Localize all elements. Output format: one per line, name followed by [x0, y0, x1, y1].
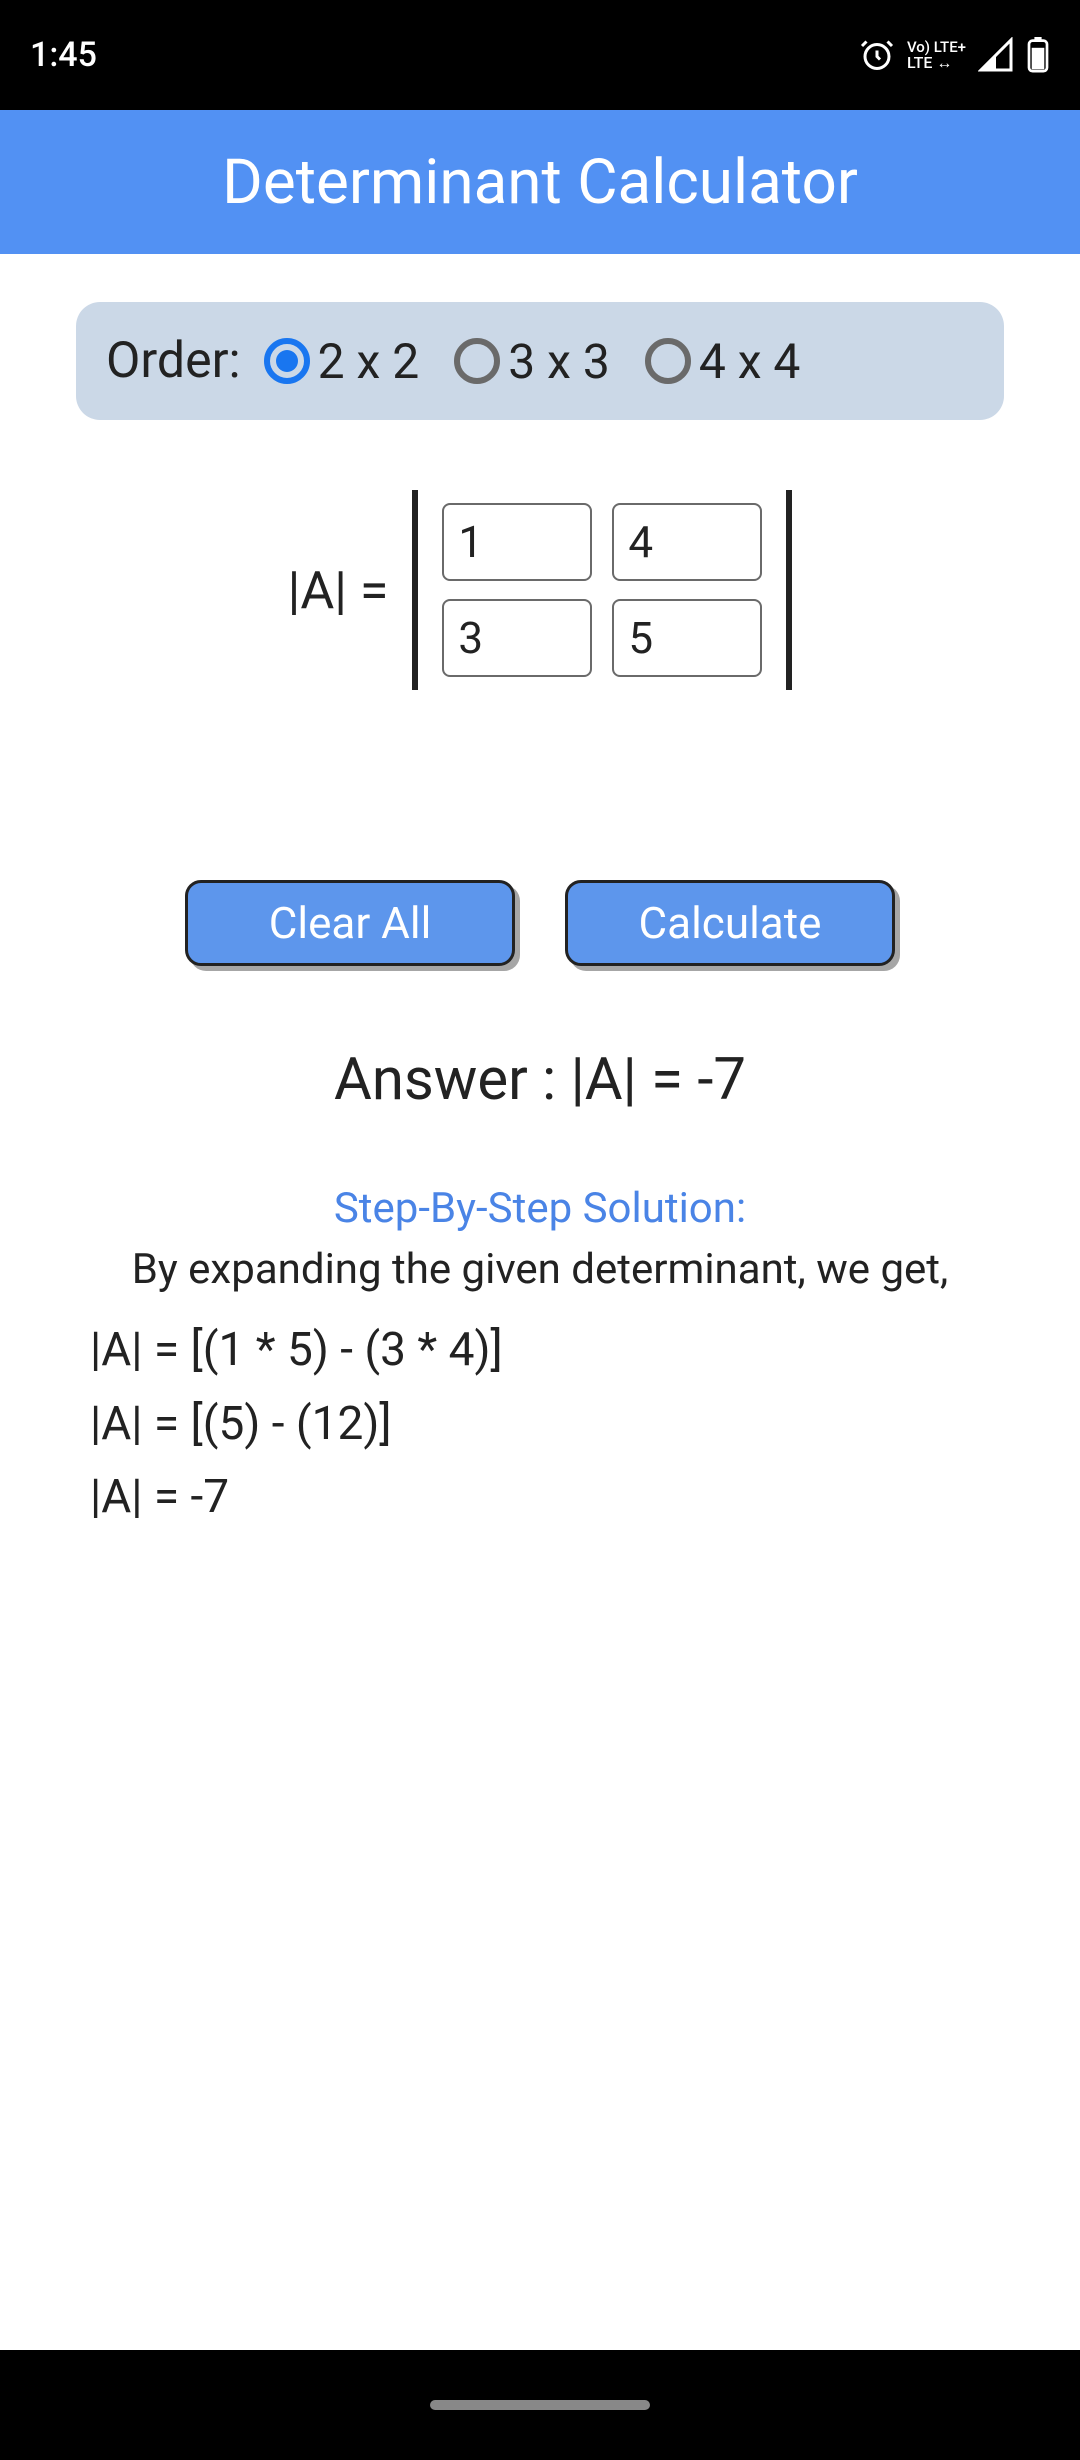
order-panel: Order: 2 x 2 3 x 3 4 x 4: [76, 302, 1004, 420]
matrix-cell-0-1[interactable]: 4: [612, 503, 762, 581]
matrix-cell-0-0[interactable]: 1: [442, 503, 592, 581]
clear-all-button[interactable]: Clear All: [185, 880, 515, 966]
solution-intro: By expanding the given determinant, we g…: [20, 1245, 1060, 1294]
buttons-row: Clear All Calculate: [20, 880, 1060, 966]
matrix-cell-1-1[interactable]: 5: [612, 599, 762, 677]
network-label: Vo) LTE+ LTE ↔: [907, 40, 966, 71]
alarm-icon: [859, 37, 895, 73]
radio-label: 2 x 2: [318, 333, 420, 390]
radio-icon: [264, 338, 310, 384]
order-radio-4x4[interactable]: 4 x 4: [645, 333, 801, 390]
signal-icon: [978, 37, 1014, 73]
matrix-grid: 1 4 3 5: [442, 503, 762, 677]
order-radio-3x3[interactable]: 3 x 3: [454, 333, 610, 390]
status-right: Vo) LTE+ LTE ↔: [859, 37, 1050, 73]
status-bar: 1:45 Vo) LTE+ LTE ↔: [0, 0, 1080, 110]
matrix-label: |A| =: [288, 560, 389, 621]
solution-steps: |A| = [(1 * 5) - (3 * 4)] |A| = [(5) - (…: [20, 1314, 1060, 1535]
calculate-button[interactable]: Calculate: [565, 880, 895, 966]
solution-step: |A| = -7: [90, 1461, 990, 1535]
nav-bar: [0, 2350, 1080, 2460]
order-label: Order:: [106, 332, 241, 390]
matrix-cell-1-0[interactable]: 3: [442, 599, 592, 677]
matrix-area: |A| = 1 4 3 5: [20, 490, 1060, 690]
battery-icon: [1026, 37, 1050, 73]
radio-label: 3 x 3: [508, 333, 610, 390]
radio-icon: [454, 338, 500, 384]
app-bar: Determinant Calculator: [0, 110, 1080, 254]
radio-label: 4 x 4: [699, 333, 801, 390]
matrix-right-bar: [786, 490, 792, 690]
radio-icon: [645, 338, 691, 384]
matrix-left-bar: [412, 490, 418, 690]
solution-step: |A| = [(1 * 5) - (3 * 4)]: [90, 1314, 990, 1388]
status-time: 1:45: [30, 35, 97, 75]
app-title: Determinant Calculator: [222, 146, 858, 219]
solution-step: |A| = [(5) - (12)]: [90, 1388, 990, 1462]
nav-handle[interactable]: [430, 2400, 650, 2410]
order-radio-2x2[interactable]: 2 x 2: [264, 333, 420, 390]
solution-heading: Step-By-Step Solution:: [20, 1184, 1060, 1233]
answer-text: Answer : |A| = -7: [20, 1046, 1060, 1114]
